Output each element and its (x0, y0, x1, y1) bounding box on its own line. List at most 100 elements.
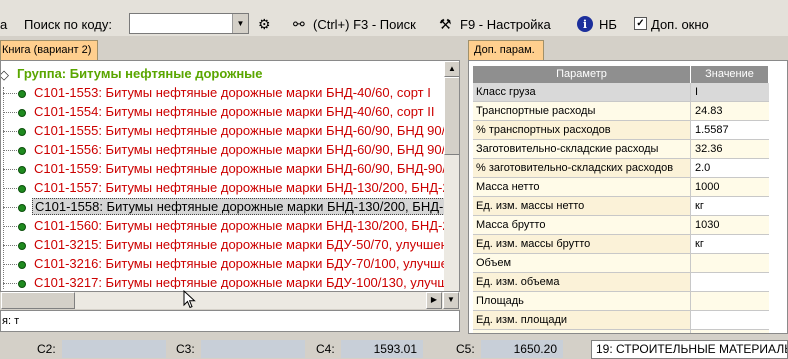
tree-footer: я: т (0, 310, 460, 332)
extra-params-panel: Параметр Значение Класс груза I Транспортн… (468, 60, 788, 334)
tree-item-row[interactable]: С101-1559: Битумы нефтяные дорожные марк… (1, 160, 444, 179)
panel-splitter[interactable] (460, 40, 468, 334)
tree-vertical-scrollbar[interactable]: ▲ (444, 61, 459, 291)
param-value[interactable]: 1.5587 (691, 121, 769, 139)
param-row[interactable]: Длина (473, 330, 769, 333)
green-dot-icon (18, 204, 26, 212)
param-name: Ед. изм. массы нетто (473, 197, 691, 215)
tree-item-row[interactable]: С101-1555: Битумы нефтяные дорожные марк… (1, 122, 444, 141)
settings-button[interactable]: F9 - Настройка (460, 17, 551, 32)
tab-book-variant-2[interactable]: Книга (вариант 2) (0, 40, 98, 60)
param-value[interactable]: 1000 (691, 178, 769, 196)
col-header-value[interactable]: Значение (691, 66, 769, 83)
tab-extra-params[interactable]: Доп. парам. (468, 40, 544, 60)
status-c4-value: 1593.01 (341, 340, 423, 358)
scroll-down-icon[interactable]: ▼ (443, 292, 459, 309)
param-name: Площадь (473, 292, 691, 310)
param-value[interactable] (691, 273, 769, 291)
param-name: Ед. изм. площади (473, 311, 691, 329)
param-row[interactable]: % транспортных расходов 1.5587 (473, 121, 769, 140)
param-name: Заготовительно-складские расходы (473, 140, 691, 158)
tree-item-row[interactable]: С101-1560: Битумы нефтяные дорожные марк… (1, 217, 444, 236)
param-row[interactable]: Заготовительно-складские расходы 32.36 (473, 140, 769, 159)
param-name: Масса нетто (473, 178, 691, 196)
tree-item-row[interactable]: С101-3215: Битумы нефтяные дорожные марк… (1, 236, 444, 255)
param-row[interactable]: Ед. изм. массы нетто кг (473, 197, 769, 216)
scroll-up-icon[interactable]: ▲ (444, 61, 459, 77)
info-icon[interactable]: i (577, 16, 593, 32)
param-row[interactable]: Площадь (473, 292, 769, 311)
nb-button[interactable]: НБ (599, 17, 617, 32)
tree-item-row[interactable]: С101-1556: Битумы нефтяные дорожные марк… (1, 141, 444, 160)
tools-icon: ⚒ (439, 16, 452, 32)
search-code-combobox[interactable]: ▼ (129, 13, 249, 34)
tree-group-label: Группа: Битумы нефтяные дорожные (17, 66, 263, 81)
green-dot-icon (18, 280, 26, 288)
green-dot-icon (18, 242, 26, 250)
param-name: Ед. изм. массы брутто (473, 235, 691, 253)
param-row[interactable]: Транспортные расходы 24.83 (473, 102, 769, 121)
param-row[interactable]: Масса брутто 1030 (473, 216, 769, 235)
scroll-down-button[interactable]: ▼ (443, 292, 460, 309)
tree-item-row[interactable]: С101-3216: Битумы нефтяные дорожные марк… (1, 255, 444, 274)
dop-window-label[interactable]: Доп. окно (651, 17, 709, 32)
param-row[interactable]: Объем (473, 254, 769, 273)
param-value[interactable] (691, 254, 769, 272)
tree-item-label: С101-1556: Битумы нефтяные дорожные марк… (34, 142, 444, 157)
param-value[interactable] (691, 292, 769, 310)
green-dot-icon (18, 109, 26, 117)
green-dot-icon (18, 147, 26, 155)
tree-item-row[interactable]: С101-3217: Битумы нефтяные дорожные марк… (1, 274, 444, 289)
param-row[interactable]: Ед. изм. объема (473, 273, 769, 292)
scroll-right-icon[interactable]: ▶ (426, 292, 442, 309)
tree-group-row[interactable]: ◇ Группа: Битумы нефтяные дорожные (1, 65, 444, 84)
tree-item-label: С101-1554: Битумы нефтяные дорожные марк… (34, 104, 435, 119)
chevron-down-icon[interactable]: ▼ (232, 14, 248, 33)
status-bar: С2: С3: С4: 1593.01 С5: 1650.20 19: СТРО… (0, 339, 788, 359)
gear-icon[interactable]: ⚙ (258, 16, 271, 32)
tree-connector (3, 207, 17, 208)
toolbar-partial-label: а (0, 17, 8, 32)
param-row[interactable]: Ед. изм. массы брутто кг (473, 235, 769, 254)
search-button[interactable]: (Ctrl+) F3 - Поиск (313, 17, 416, 32)
status-c2-value (62, 340, 166, 358)
param-row[interactable]: Масса нетто 1000 (473, 178, 769, 197)
tree-item-row[interactable]: С101-1557: Битумы нефтяные дорожные марк… (1, 179, 444, 198)
param-name: Длина (473, 330, 691, 333)
tree-item-row[interactable]: С101-1553: Битумы нефтяные дорожные марк… (1, 84, 444, 103)
param-value[interactable] (691, 311, 769, 329)
param-name: Масса брутто (473, 216, 691, 234)
param-value[interactable]: I (691, 83, 769, 101)
search-label: Поиск по коду: (24, 17, 112, 32)
param-row[interactable]: % заготовительно-складских расходов 2.0 (473, 159, 769, 178)
tree-horizontal-scroll-thumb[interactable] (1, 292, 75, 309)
col-header-param[interactable]: Параметр (473, 66, 691, 83)
green-dot-icon (18, 261, 26, 269)
param-value[interactable]: кг (691, 235, 769, 253)
param-name: Класс груза (473, 83, 691, 101)
param-value[interactable]: 24.83 (691, 102, 769, 120)
param-name: % заготовительно-складских расходов (473, 159, 691, 177)
status-c4-label: С4: (316, 342, 335, 356)
param-value[interactable]: кг (691, 197, 769, 215)
param-row[interactable]: Класс груза I (473, 83, 769, 102)
tree-item-row[interactable]: С101-1558: Битумы нефтяные дорожные марк… (1, 198, 444, 217)
green-dot-icon (18, 166, 26, 174)
tree-connector (3, 188, 17, 189)
mouse-cursor-icon (183, 290, 196, 309)
param-name: Ед. изм. объема (473, 273, 691, 291)
green-dot-icon (18, 90, 26, 98)
tree-horizontal-scrollbar[interactable]: ▶ (1, 292, 443, 309)
tree-connector (3, 226, 17, 227)
tree-item-row[interactable]: С101-1554: Битумы нефтяные дорожные марк… (1, 103, 444, 122)
param-value[interactable]: 2.0 (691, 159, 769, 177)
param-row[interactable]: Ед. изм. площади (473, 311, 769, 330)
param-value[interactable] (691, 330, 769, 333)
param-value[interactable]: 1030 (691, 216, 769, 234)
tree-item-label: С101-3215: Битумы нефтяные дорожные марк… (34, 237, 444, 252)
tree-connector (3, 112, 17, 113)
dop-window-checkbox[interactable]: ✓ (634, 17, 647, 30)
item-tree: ◇ Группа: Битумы нефтяные дорожные С101-… (1, 65, 444, 289)
tree-vertical-scroll-thumb[interactable] (444, 77, 459, 155)
param-value[interactable]: 32.36 (691, 140, 769, 158)
